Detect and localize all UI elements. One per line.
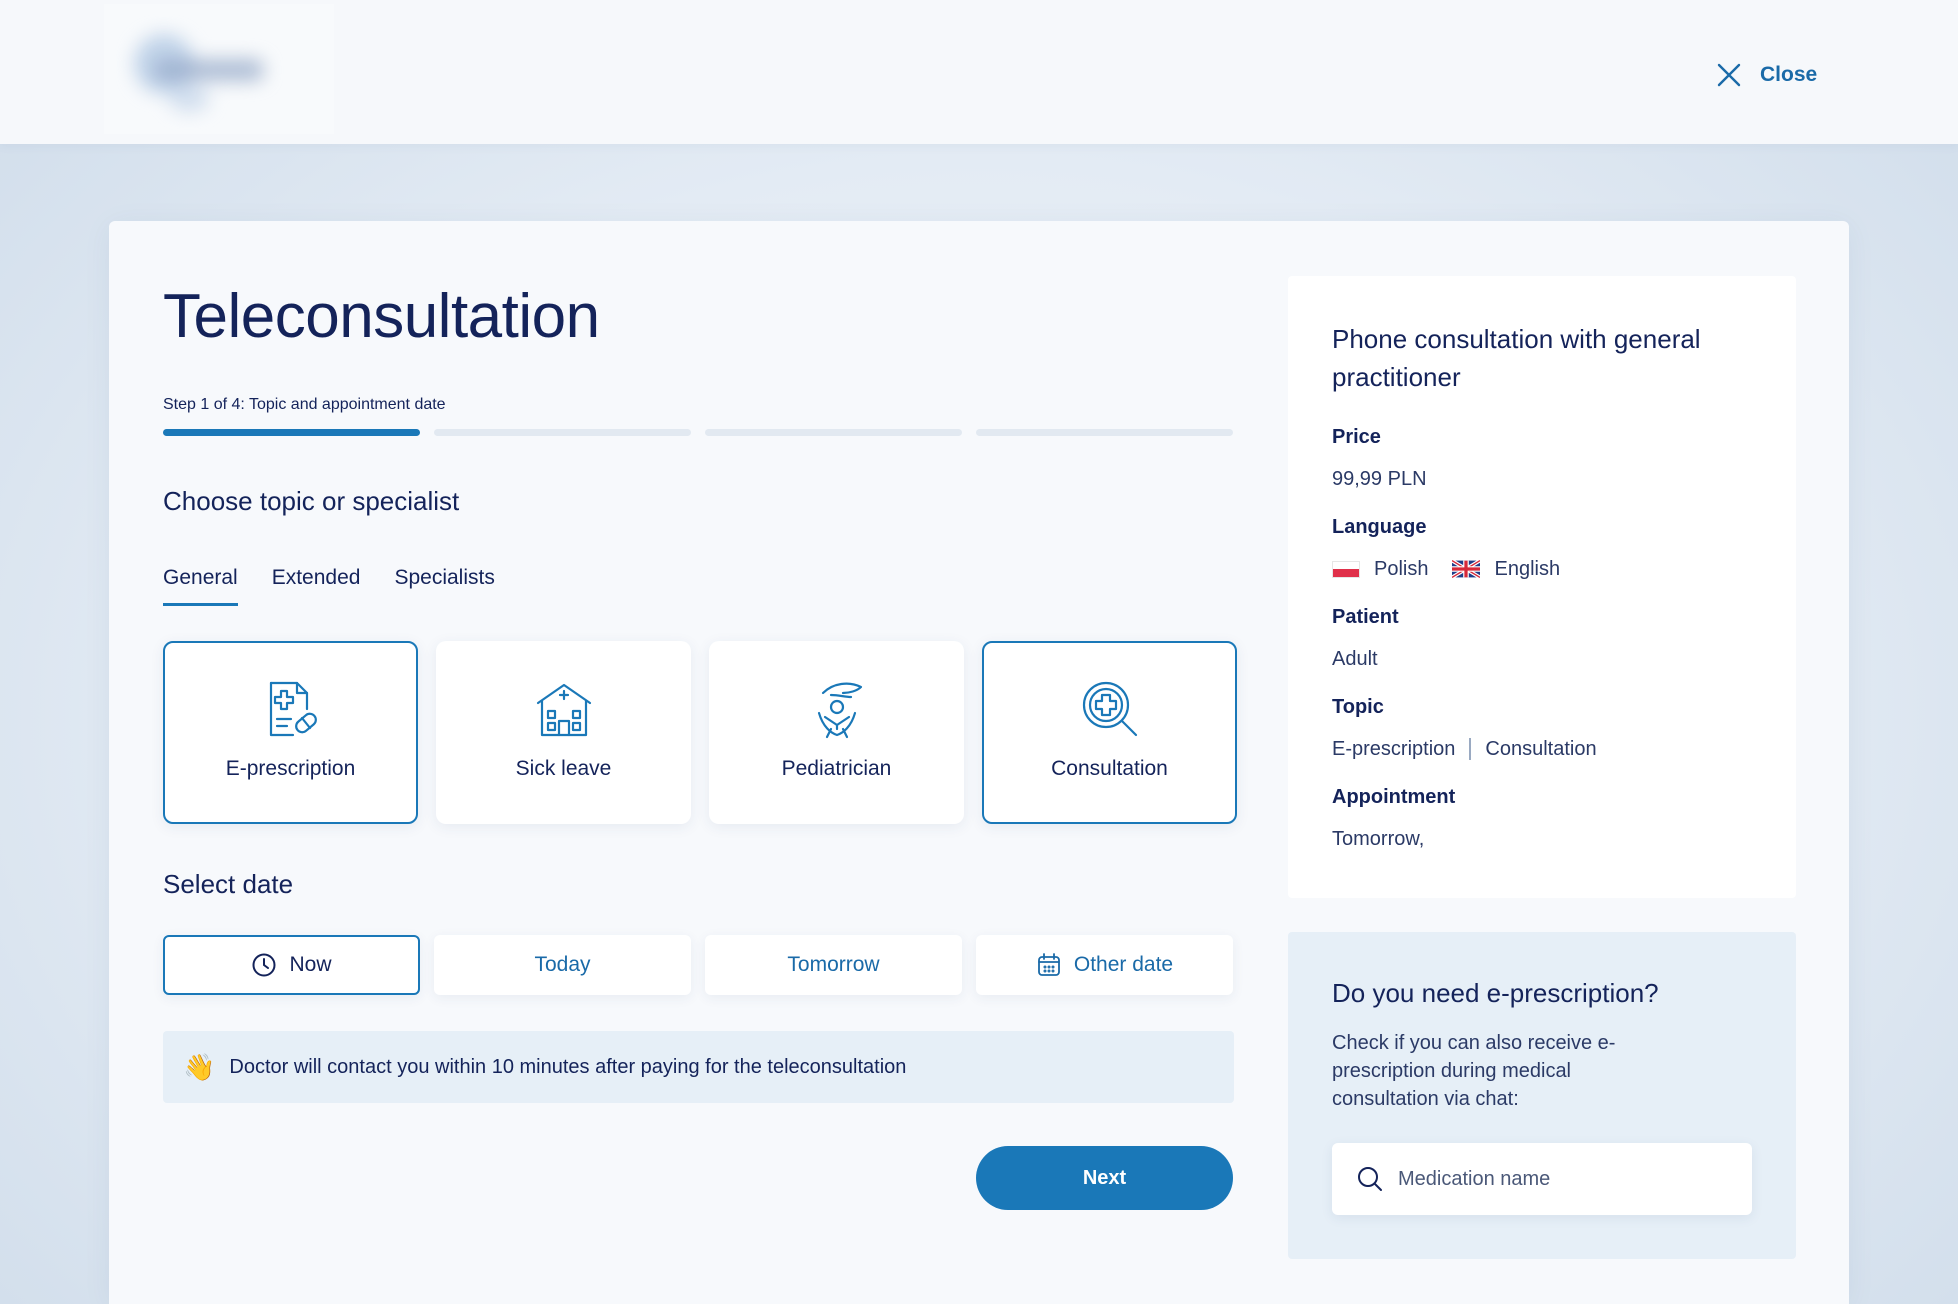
tile-label: Consultation xyxy=(1051,757,1168,780)
date-other-label: Other date xyxy=(1073,953,1174,976)
blurred-logo xyxy=(104,4,334,134)
date-today-label: Today xyxy=(534,953,591,976)
tab-specialists[interactable]: Specialists xyxy=(394,566,494,606)
topic-label: Topic xyxy=(1332,696,1384,718)
eprescription-box: Do you need e-prescription? Check if you… xyxy=(1288,932,1796,1259)
patient-value: Adult xyxy=(1332,647,1378,670)
waving-hand-icon: 👋 xyxy=(183,1051,216,1082)
date-now-label: Now xyxy=(289,953,332,976)
contact-notice: 👋 Doctor will contact you within 10 minu… xyxy=(163,1031,1234,1103)
child-care-icon xyxy=(817,682,862,739)
topic-separator xyxy=(1469,738,1472,760)
eprescription-description: Check if you can also receive e-prescrip… xyxy=(1332,1032,1616,1110)
summary-title: Phone consultation with general practiti… xyxy=(1332,324,1701,392)
tile-label: E-prescription xyxy=(225,757,356,780)
language-english: English xyxy=(1494,557,1561,580)
appointment-label: Appointment xyxy=(1332,786,1456,808)
topic-value-consultation: Consultation xyxy=(1485,737,1597,760)
date-options: Now Today Tomorrow Other date xyxy=(163,935,1233,995)
price-label: Price xyxy=(1332,426,1381,448)
eprescription-title: Do you need e-prescription? xyxy=(1332,978,1659,1008)
topic-tabs: General Extended Specialists xyxy=(163,566,495,606)
tile-sick-leave[interactable]: Sick leave xyxy=(436,641,691,824)
top-bar: Close xyxy=(0,0,1958,144)
close-button[interactable]: Close xyxy=(1714,58,1817,92)
calendar-icon xyxy=(1037,953,1060,976)
date-now-button[interactable]: Now xyxy=(163,935,420,995)
close-icon xyxy=(1717,63,1741,87)
date-today-button[interactable]: Today xyxy=(434,935,691,995)
appointment-value: Tomorrow, xyxy=(1332,827,1425,850)
medication-search xyxy=(1332,1143,1752,1215)
tab-general[interactable]: General xyxy=(163,566,238,606)
patient-label: Patient xyxy=(1332,606,1399,628)
tile-label: Pediatrician xyxy=(781,757,892,780)
tab-extended[interactable]: Extended xyxy=(272,566,361,606)
progress-step-4 xyxy=(976,429,1233,436)
price-value: 99,99 PLN xyxy=(1332,467,1427,490)
tile-pediatrician[interactable]: Pediatrician xyxy=(709,641,964,824)
notice-text: Doctor will contact you within 10 minute… xyxy=(229,1055,907,1078)
language-label: Language xyxy=(1332,516,1427,538)
progress-step-3 xyxy=(705,429,962,436)
date-tomorrow-label: Tomorrow xyxy=(787,953,880,976)
tile-label: Sick leave xyxy=(515,757,612,780)
tile-e-prescription[interactable]: E-prescription xyxy=(163,641,418,824)
progress-step-2 xyxy=(434,429,691,436)
medical-search-icon xyxy=(1082,681,1137,737)
search-icon xyxy=(1358,1167,1382,1191)
step-label: Step 1 of 4: Topic and appointment date xyxy=(163,396,446,413)
progress-step-1 xyxy=(163,429,420,436)
booking-card: Teleconsultation Step 1 of 4: Topic and … xyxy=(109,221,1849,1304)
topic-tiles: E-prescription Sick leave Pediatrician C… xyxy=(163,641,1237,824)
medication-search-input[interactable] xyxy=(1398,1167,1728,1191)
page-title: Teleconsultation xyxy=(163,282,600,351)
next-button[interactable]: Next xyxy=(976,1146,1233,1210)
topic-values: E-prescription Consultation xyxy=(1332,736,1752,762)
language-polish: Polish xyxy=(1374,557,1429,580)
close-label: Close xyxy=(1760,63,1818,86)
date-tomorrow-button[interactable]: Tomorrow xyxy=(705,935,962,995)
language-values: Polish English xyxy=(1332,556,1752,582)
clock-icon xyxy=(252,953,276,977)
date-heading: Select date xyxy=(163,869,294,899)
poland-flag-icon xyxy=(1332,560,1360,578)
topic-value-eprescription: E-prescription xyxy=(1332,737,1456,760)
step-progress xyxy=(163,429,1233,436)
topic-heading: Choose topic or specialist xyxy=(163,486,460,516)
summary-panel: Phone consultation with general practiti… xyxy=(1288,276,1796,898)
prescription-icon xyxy=(269,681,317,737)
building-icon xyxy=(536,683,591,737)
date-other-button[interactable]: Other date xyxy=(976,935,1233,995)
uk-flag-icon xyxy=(1452,560,1481,578)
tile-consultation[interactable]: Consultation xyxy=(982,641,1237,824)
